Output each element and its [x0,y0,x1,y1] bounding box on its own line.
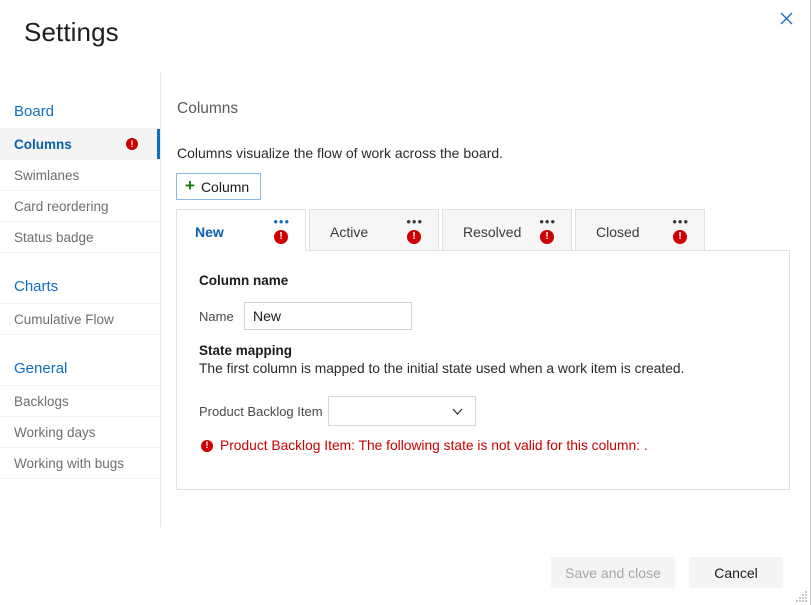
ellipsis-icon[interactable]: ••• [406,215,423,228]
column-name-heading: Column name [199,273,288,288]
save-and-close-button[interactable]: Save and close [551,557,675,588]
error-icon: ! [274,230,288,244]
name-label: Name [199,309,244,324]
mapping-label: Product Backlog Item [199,404,328,419]
ellipsis-icon[interactable]: ••• [539,215,556,228]
tab-label: Active [330,224,368,240]
sidebar-item-label: Backlogs [14,394,138,409]
error-icon: ! [673,230,687,244]
add-column-label: Column [201,179,249,195]
sidebar-item-working-with-bugs[interactable]: Working with bugs [0,448,160,479]
sidebar-spacer [0,335,160,352]
chevron-down-icon [450,404,465,422]
sidebar-item-label: Columns [14,137,126,152]
sidebar-item-working-days[interactable]: Working days [0,417,160,448]
tab-new[interactable]: New ••• ! [176,209,306,251]
validation-error-text: Product Backlog Item: The following stat… [220,438,648,453]
sidebar-item-status-badge[interactable]: Status badge [0,222,160,253]
tab-closed[interactable]: Closed ••• ! [575,209,705,251]
add-column-button[interactable]: + Column [176,173,261,200]
sidebar-group-board: Board [0,95,160,129]
error-icon: ! [407,230,421,244]
validation-error: ! Product Backlog Item: The following st… [201,438,648,453]
error-icon: ! [126,138,138,150]
error-icon: ! [540,230,554,244]
close-icon [780,12,793,25]
dialog-footer: Save and close Cancel [0,527,811,605]
plus-icon: + [185,177,195,194]
sidebar-spacer [0,253,160,270]
state-select[interactable] [328,396,476,426]
tab-resolved[interactable]: Resolved ••• ! [442,209,572,251]
error-icon: ! [201,440,213,452]
state-mapping-description: The first column is mapped to the initia… [199,361,684,376]
tab-label: Resolved [463,224,521,240]
column-settings-panel: Column name Name State mapping The first… [176,250,790,490]
sidebar-item-label: Status badge [14,230,138,245]
content-heading: Columns [177,100,238,118]
sidebar-item-columns[interactable]: Columns ! [0,129,160,160]
column-name-row: Name [199,302,412,330]
ellipsis-icon[interactable]: ••• [672,215,689,228]
cancel-button[interactable]: Cancel [689,557,783,588]
tab-active[interactable]: Active ••• ! [309,209,439,251]
sidebar-item-backlogs[interactable]: Backlogs [0,386,160,417]
resize-grip-icon[interactable] [794,589,808,603]
close-button[interactable] [769,3,803,33]
settings-dialog: Settings Board Columns ! Swimlanes Card … [0,0,811,605]
settings-sidebar: Board Columns ! Swimlanes Card reorderin… [0,95,160,479]
sidebar-item-label: Working days [14,425,138,440]
sidebar-item-label: Card reordering [14,199,138,214]
sidebar-group-general: General [0,352,160,386]
state-mapping-heading: State mapping [199,343,292,358]
tab-label: New [195,224,224,240]
sidebar-item-card-reordering[interactable]: Card reordering [0,191,160,222]
sidebar-item-swimlanes[interactable]: Swimlanes [0,160,160,191]
sidebar-group-charts: Charts [0,270,160,304]
dialog-titlebar: Settings [0,0,811,72]
ellipsis-icon[interactable]: ••• [273,215,290,228]
column-name-input[interactable] [244,302,412,330]
page-title: Settings [24,17,119,48]
sidebar-item-cumulative-flow[interactable]: Cumulative Flow [0,304,160,335]
sidebar-item-label: Cumulative Flow [14,312,138,327]
sidebar-item-label: Swimlanes [14,168,138,183]
sidebar-item-label: Working with bugs [14,456,138,471]
content-description: Columns visualize the flow of work acros… [177,145,503,161]
state-mapping-row: Product Backlog Item [199,396,476,426]
column-tabs: New ••• ! Active ••• ! Resolved ••• ! Cl… [176,208,790,251]
tab-label: Closed [596,224,640,240]
settings-content: Columns Columns visualize the flow of wo… [160,72,811,527]
